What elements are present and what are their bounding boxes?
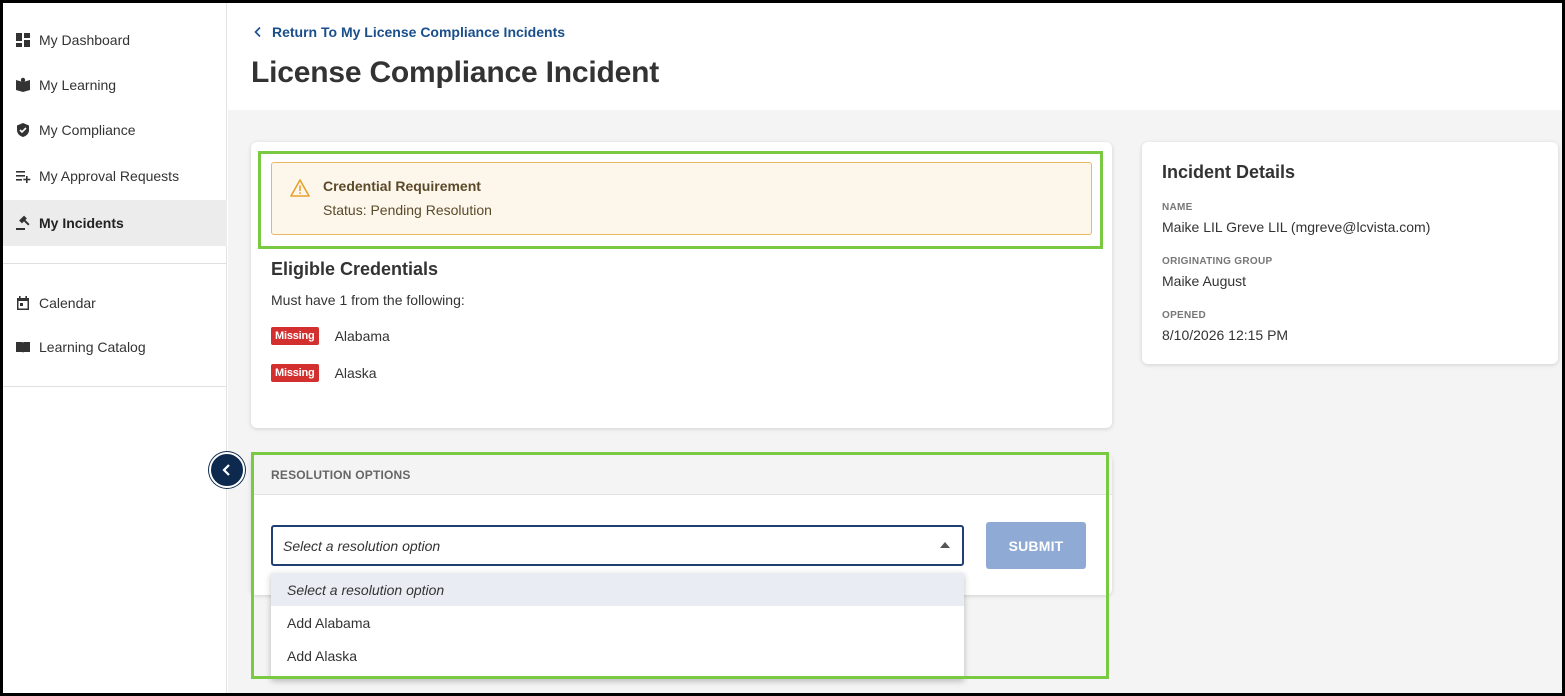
alert-status: Status: Pending Resolution: [323, 202, 492, 218]
learning-icon: [15, 77, 31, 93]
sidebar-item-calendar[interactable]: Calendar: [3, 280, 227, 326]
eligible-credentials-subtitle: Must have 1 from the following:: [271, 292, 465, 308]
sidebar-divider: [3, 263, 227, 264]
sidebar-item-label: Learning Catalog: [39, 339, 146, 355]
sidebar-divider: [3, 386, 227, 387]
missing-badge: Missing: [271, 364, 319, 382]
requirement-alert: Credential Requirement Status: Pending R…: [271, 162, 1092, 235]
name-value: Maike LIL Greve LIL (mgreve@lcvista.com): [1162, 219, 1431, 235]
originating-group-label: ORIGINATING GROUP: [1162, 256, 1273, 267]
credential-card: Credential Requirement Status: Pending R…: [251, 142, 1112, 428]
resolution-header: RESOLUTION OPTIONS: [251, 455, 1112, 495]
playlist-add-icon: [15, 168, 31, 184]
back-link-label: Return To My License Compliance Incident…: [272, 24, 566, 40]
originating-group-value: Maike August: [1162, 273, 1247, 289]
dashboard-icon: [15, 32, 31, 48]
warning-icon: [290, 179, 310, 197]
sidebar: My Dashboard My Learning My Compliance M…: [3, 3, 227, 693]
chevron-left-icon: [222, 464, 230, 476]
collapse-sidebar-button[interactable]: [209, 452, 245, 488]
sidebar-item-label: My Approval Requests: [39, 168, 180, 184]
sidebar-item-learning-catalog[interactable]: Learning Catalog: [3, 324, 227, 370]
incident-details-title: Incident Details: [1162, 162, 1296, 182]
credential-row: Missing Alabama: [271, 327, 390, 345]
shield-check-icon: [15, 122, 31, 138]
resolution-title: RESOLUTION OPTIONS: [271, 468, 411, 482]
sidebar-item-approval-requests[interactable]: My Approval Requests: [3, 153, 227, 199]
page-title: License Compliance Incident: [251, 56, 660, 89]
sidebar-item-label: My Dashboard: [39, 32, 131, 48]
book-icon: [15, 339, 31, 355]
name-label: NAME: [1162, 202, 1193, 213]
sidebar-item-label: Calendar: [39, 295, 96, 311]
missing-badge: Missing: [271, 327, 319, 345]
sidebar-item-label: My Compliance: [39, 122, 136, 138]
dropdown-option[interactable]: Add Alaska: [271, 639, 964, 672]
sidebar-item-incidents[interactable]: My Incidents: [3, 200, 227, 246]
back-link[interactable]: Return To My License Compliance Incident…: [252, 24, 565, 40]
sidebar-item-label: My Incidents: [39, 215, 124, 231]
submit-button[interactable]: SUBMIT: [986, 522, 1086, 569]
alert-title: Credential Requirement: [323, 178, 481, 194]
gavel-icon: [15, 215, 31, 231]
sidebar-item-learning[interactable]: My Learning: [3, 62, 227, 108]
credential-row: Missing Alaska: [271, 364, 377, 382]
calendar-icon: [15, 295, 31, 311]
chevron-left-icon: [254, 26, 261, 38]
opened-value: 8/10/2026 12:15 PM: [1162, 327, 1289, 343]
incident-details-card: Incident Details NAME Maike LIL Greve LI…: [1142, 142, 1558, 364]
resolution-dropdown: Select a resolution option Add Alabama A…: [271, 573, 964, 679]
caret-up-icon: [940, 542, 950, 548]
sidebar-item-compliance[interactable]: My Compliance: [3, 107, 227, 153]
opened-label: OPENED: [1162, 310, 1207, 321]
credential-name: Alabama: [334, 328, 390, 344]
resolution-select-value: Select a resolution option: [283, 538, 441, 554]
resolution-select[interactable]: Select a resolution option: [271, 525, 964, 566]
sidebar-item-dashboard[interactable]: My Dashboard: [3, 17, 227, 63]
page-header: Return To My License Compliance Incident…: [228, 3, 1562, 110]
dropdown-option[interactable]: Add Alabama: [271, 606, 964, 639]
eligible-credentials-title: Eligible Credentials: [271, 259, 439, 279]
sidebar-item-label: My Learning: [39, 77, 117, 93]
dropdown-option[interactable]: Select a resolution option: [271, 573, 964, 606]
credential-name: Alaska: [334, 365, 377, 381]
